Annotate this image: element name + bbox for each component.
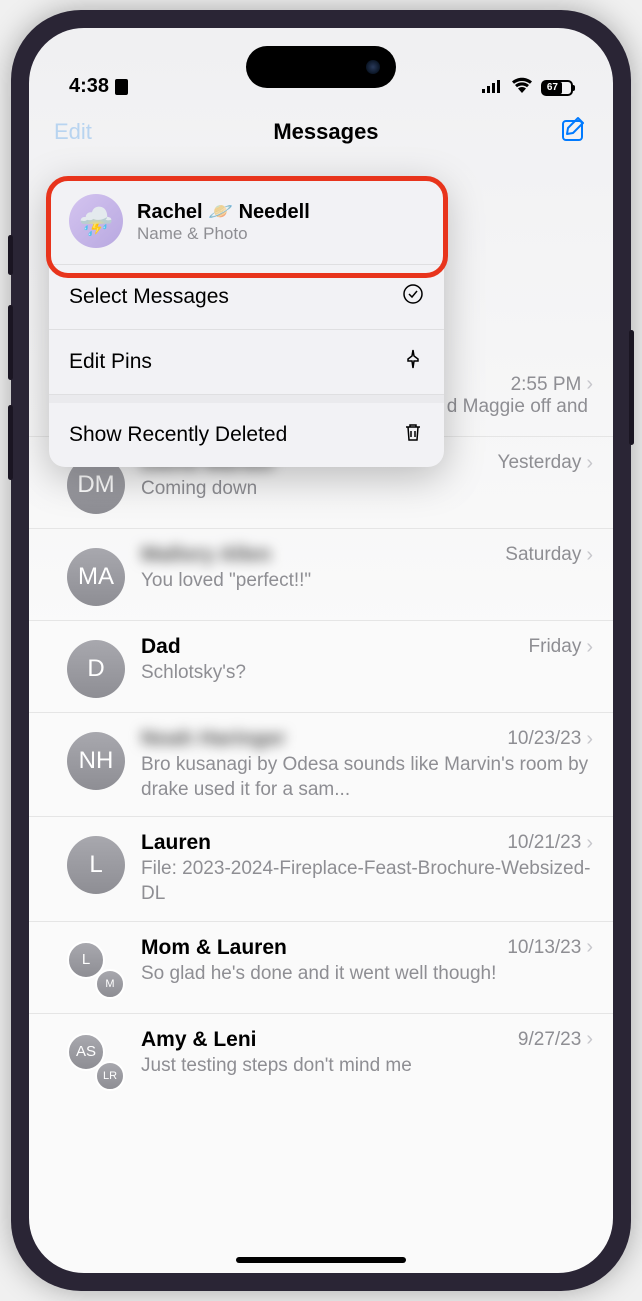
home-indicator[interactable]	[236, 1257, 406, 1263]
show-deleted-label: Show Recently Deleted	[69, 423, 287, 447]
group-avatar: L M	[67, 941, 125, 999]
message-time: 10/23/23	[507, 728, 581, 750]
edit-button[interactable]: Edit	[54, 119, 92, 145]
message-preview: Schlotsky's?	[141, 661, 593, 686]
edit-pins-label: Edit Pins	[69, 350, 152, 374]
chevron-right-icon: ›	[586, 373, 593, 396]
message-time: 10/21/23	[507, 832, 581, 854]
profile-name: Rachel 🪐 Needell	[137, 199, 310, 224]
message-time: 2:55 PM	[511, 374, 582, 396]
message-row[interactable]: MA Mallory Allen Saturday › You loved "p…	[29, 529, 613, 621]
message-name: Amy & Leni	[141, 1028, 257, 1052]
message-time: Yesterday	[498, 452, 582, 474]
avatar: L	[67, 836, 125, 894]
chevron-right-icon: ›	[586, 452, 593, 475]
wifi-icon	[511, 77, 533, 98]
chevron-right-icon: ›	[586, 636, 593, 659]
message-name: Lauren	[141, 831, 211, 855]
battery-icon: 67	[541, 80, 573, 96]
message-preview: File: 2023-2024-Fireplace-Feast-Brochure…	[141, 857, 593, 906]
message-name: Noah Haringer	[141, 727, 286, 751]
message-time: 10/13/23	[507, 937, 581, 959]
screen: 4:38 67 Edit Messages	[29, 28, 613, 1273]
chevron-right-icon: ›	[586, 1028, 593, 1051]
power-button	[629, 330, 634, 445]
name-and-photo-item[interactable]: ⛈️ Rachel 🪐 Needell Name & Photo	[49, 178, 444, 265]
message-preview: Bro kusanagi by Odesa sounds like Marvin…	[141, 753, 593, 802]
chevron-right-icon: ›	[586, 936, 593, 959]
trash-icon	[402, 421, 424, 449]
edit-menu: ⛈️ Rachel 🪐 Needell Name & Photo Select …	[49, 178, 444, 467]
message-preview: You loved "perfect!!"	[141, 569, 593, 594]
avatar: NH	[67, 732, 125, 790]
message-time: 9/27/23	[518, 1029, 581, 1051]
edit-pins-item[interactable]: Edit Pins	[49, 330, 444, 395]
message-row[interactable]: AS LR Amy & Leni 9/27/23 › Just testing …	[29, 1014, 613, 1105]
message-name: Mallory Allen	[141, 543, 271, 567]
avatar: D	[67, 640, 125, 698]
message-preview: So glad he's done and it went well thoug…	[141, 962, 593, 987]
chevron-right-icon: ›	[586, 544, 593, 567]
phone-frame: 4:38 67 Edit Messages	[11, 10, 631, 1291]
profile-subtitle: Name & Photo	[137, 224, 310, 244]
page-title: Messages	[273, 119, 378, 145]
silent-switch	[8, 235, 13, 275]
compose-button[interactable]	[560, 115, 588, 148]
sim-icon	[115, 79, 128, 95]
message-time: Friday	[529, 636, 582, 658]
group-avatar: AS LR	[67, 1033, 125, 1091]
menu-separator	[49, 395, 444, 403]
message-preview: Just testing steps don't mind me	[141, 1054, 593, 1079]
show-recently-deleted-item[interactable]: Show Recently Deleted	[49, 403, 444, 467]
message-preview: Coming down	[141, 477, 593, 502]
camera-icon	[366, 60, 380, 74]
pin-icon	[402, 348, 424, 376]
profile-avatar: ⛈️	[69, 194, 123, 248]
checkmark-circle-icon	[402, 283, 424, 311]
dynamic-island	[246, 46, 396, 88]
status-time: 4:38	[69, 75, 109, 98]
message-row[interactable]: NH Noah Haringer 10/23/23 › Bro kusanagi…	[29, 713, 613, 817]
volume-up	[8, 305, 13, 380]
message-name: Dad	[141, 635, 181, 659]
compose-icon	[560, 115, 588, 143]
select-messages-item[interactable]: Select Messages	[49, 265, 444, 330]
message-name: Mom & Lauren	[141, 936, 287, 960]
cellular-icon	[481, 77, 503, 98]
message-row[interactable]: L M Mom & Lauren 10/13/23 › So glad he's…	[29, 922, 613, 1014]
message-row[interactable]: L Lauren 10/21/23 › File: 2023-2024-Fire…	[29, 817, 613, 921]
message-row[interactable]: D Dad Friday › Schlotsky's?	[29, 621, 613, 713]
volume-down	[8, 405, 13, 480]
chevron-right-icon: ›	[586, 832, 593, 855]
chevron-right-icon: ›	[586, 728, 593, 751]
nav-bar: Edit Messages	[29, 103, 613, 163]
select-messages-label: Select Messages	[69, 285, 229, 309]
message-time: Saturday	[505, 544, 581, 566]
avatar: MA	[67, 548, 125, 606]
